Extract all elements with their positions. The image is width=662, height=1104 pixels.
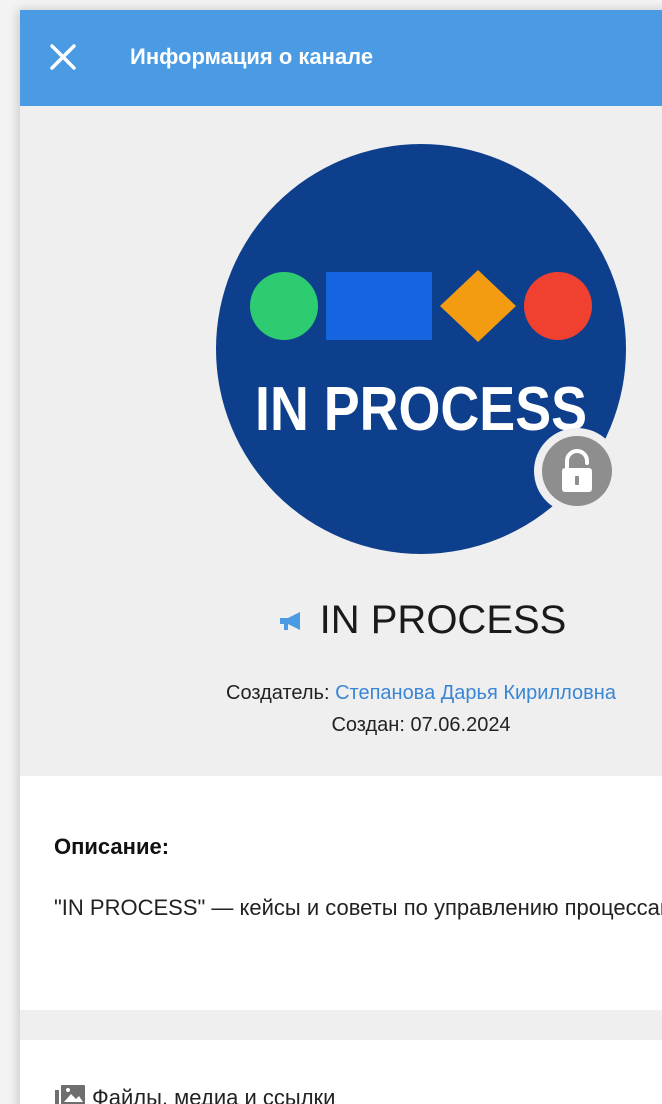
channel-info-panel: Информация о канале IN PROCESS IN PROCES… xyxy=(20,10,662,1104)
megaphone-icon xyxy=(279,611,300,630)
close-icon[interactable] xyxy=(46,40,80,74)
panel-title: Информация о канале xyxy=(130,44,374,69)
logo-green-circle xyxy=(250,272,318,340)
lock-badge-inner xyxy=(542,436,612,506)
lock-badge xyxy=(534,428,620,514)
creator-link[interactable]: Степанова Дарья Кирилловна xyxy=(335,682,616,704)
unlock-icon xyxy=(562,449,592,492)
description-section: Описание: "IN PROCESS" — кейсы и советы … xyxy=(20,776,662,1010)
files-media-links-button[interactable]: Файлы, медиа и ссылки xyxy=(54,1084,335,1104)
logo-red-circle xyxy=(524,272,592,340)
description-title: Описание: xyxy=(54,834,170,859)
app-frame: Информация о канале IN PROCESS IN PROCES… xyxy=(0,0,662,1104)
files-section: Файлы, медиа и ссылки xyxy=(20,1040,662,1104)
creator-line: Создатель: Степанова Дарья Кирилловна xyxy=(20,682,662,705)
logo-text: IN PROCESS xyxy=(255,375,587,444)
files-label: Файлы, медиа и ссылки xyxy=(92,1085,336,1104)
logo-blue-rect xyxy=(326,272,432,340)
creator-label: Создатель: xyxy=(226,682,336,704)
media-icon xyxy=(55,1085,85,1104)
channel-name: IN PROCESS xyxy=(319,598,567,642)
created-date: Создан: 07.06.2024 xyxy=(331,714,511,736)
channel-avatar: IN PROCESS xyxy=(216,144,626,554)
description-text: "IN PROCESS" — кейсы и советы по управле… xyxy=(54,895,662,920)
channel-name-row: IN PROCESS xyxy=(20,598,662,643)
panel-header: Информация о канале xyxy=(20,10,662,106)
logo-orange-diamond xyxy=(440,270,516,342)
